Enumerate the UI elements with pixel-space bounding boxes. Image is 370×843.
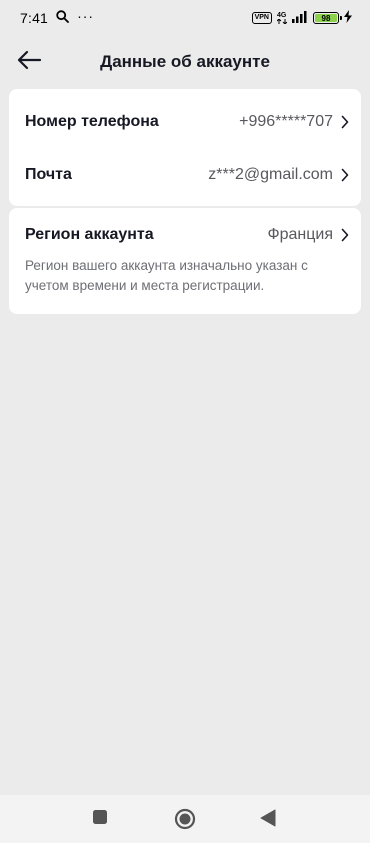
region-value-group: Франция bbox=[267, 226, 349, 244]
search-icon bbox=[56, 10, 69, 26]
chevron-right-icon bbox=[341, 168, 349, 182]
region-label: Регион аккаунта bbox=[25, 226, 154, 243]
more-notifications-icon: ··· bbox=[77, 8, 95, 24]
circle-icon bbox=[174, 808, 196, 835]
back-nav-button[interactable] bbox=[260, 809, 276, 832]
region-row[interactable]: Регион аккаунта Франция bbox=[9, 215, 361, 255]
page-title: Данные об аккаунте bbox=[100, 52, 270, 71]
arrow-left-icon bbox=[16, 50, 42, 75]
charging-bolt-icon bbox=[344, 10, 352, 26]
region-card: Регион аккаунта Франция Регион вашего ак… bbox=[9, 208, 361, 314]
battery-percent: 98 bbox=[321, 13, 331, 23]
status-bar-left: 7:41 ··· bbox=[20, 8, 95, 26]
status-time: 7:41 bbox=[20, 10, 49, 26]
status-bar-right: VPN 4G 98 bbox=[251, 10, 352, 26]
email-row[interactable]: Почта z***2@gmail.com bbox=[9, 155, 361, 195]
contact-card: Номер телефона +996*****707 Почта z***2@… bbox=[9, 89, 361, 206]
region-value: Франция bbox=[267, 226, 333, 243]
system-nav-bar bbox=[0, 795, 370, 843]
signal-icon bbox=[292, 10, 308, 26]
home-button[interactable] bbox=[174, 808, 196, 835]
screen: 7:41 ··· VPN 4G 98 Данные об аккаунте Но… bbox=[0, 0, 370, 843]
recents-button[interactable] bbox=[92, 809, 108, 830]
status-bar: 7:41 ··· VPN 4G 98 bbox=[0, 0, 370, 36]
header: Данные об аккаунте bbox=[0, 36, 370, 88]
email-label: Почта bbox=[25, 166, 72, 183]
back-button[interactable] bbox=[14, 48, 44, 76]
phone-value: +996*****707 bbox=[239, 113, 333, 130]
email-value: z***2@gmail.com bbox=[208, 166, 333, 183]
region-description: Регион вашего аккаунта изначально указан… bbox=[25, 258, 308, 293]
battery-indicator: 98 bbox=[313, 12, 342, 24]
triangle-back-icon bbox=[260, 809, 276, 832]
phone-row[interactable]: Номер телефона +996*****707 bbox=[9, 102, 361, 142]
square-icon bbox=[92, 809, 108, 830]
email-value-group: z***2@gmail.com bbox=[208, 166, 349, 184]
network-type: 4G bbox=[277, 12, 287, 24]
phone-value-group: +996*****707 bbox=[239, 113, 349, 131]
chevron-right-icon bbox=[341, 228, 349, 242]
chevron-right-icon bbox=[341, 115, 349, 129]
phone-label: Номер телефона bbox=[25, 113, 159, 130]
vpn-badge: VPN bbox=[251, 12, 272, 24]
